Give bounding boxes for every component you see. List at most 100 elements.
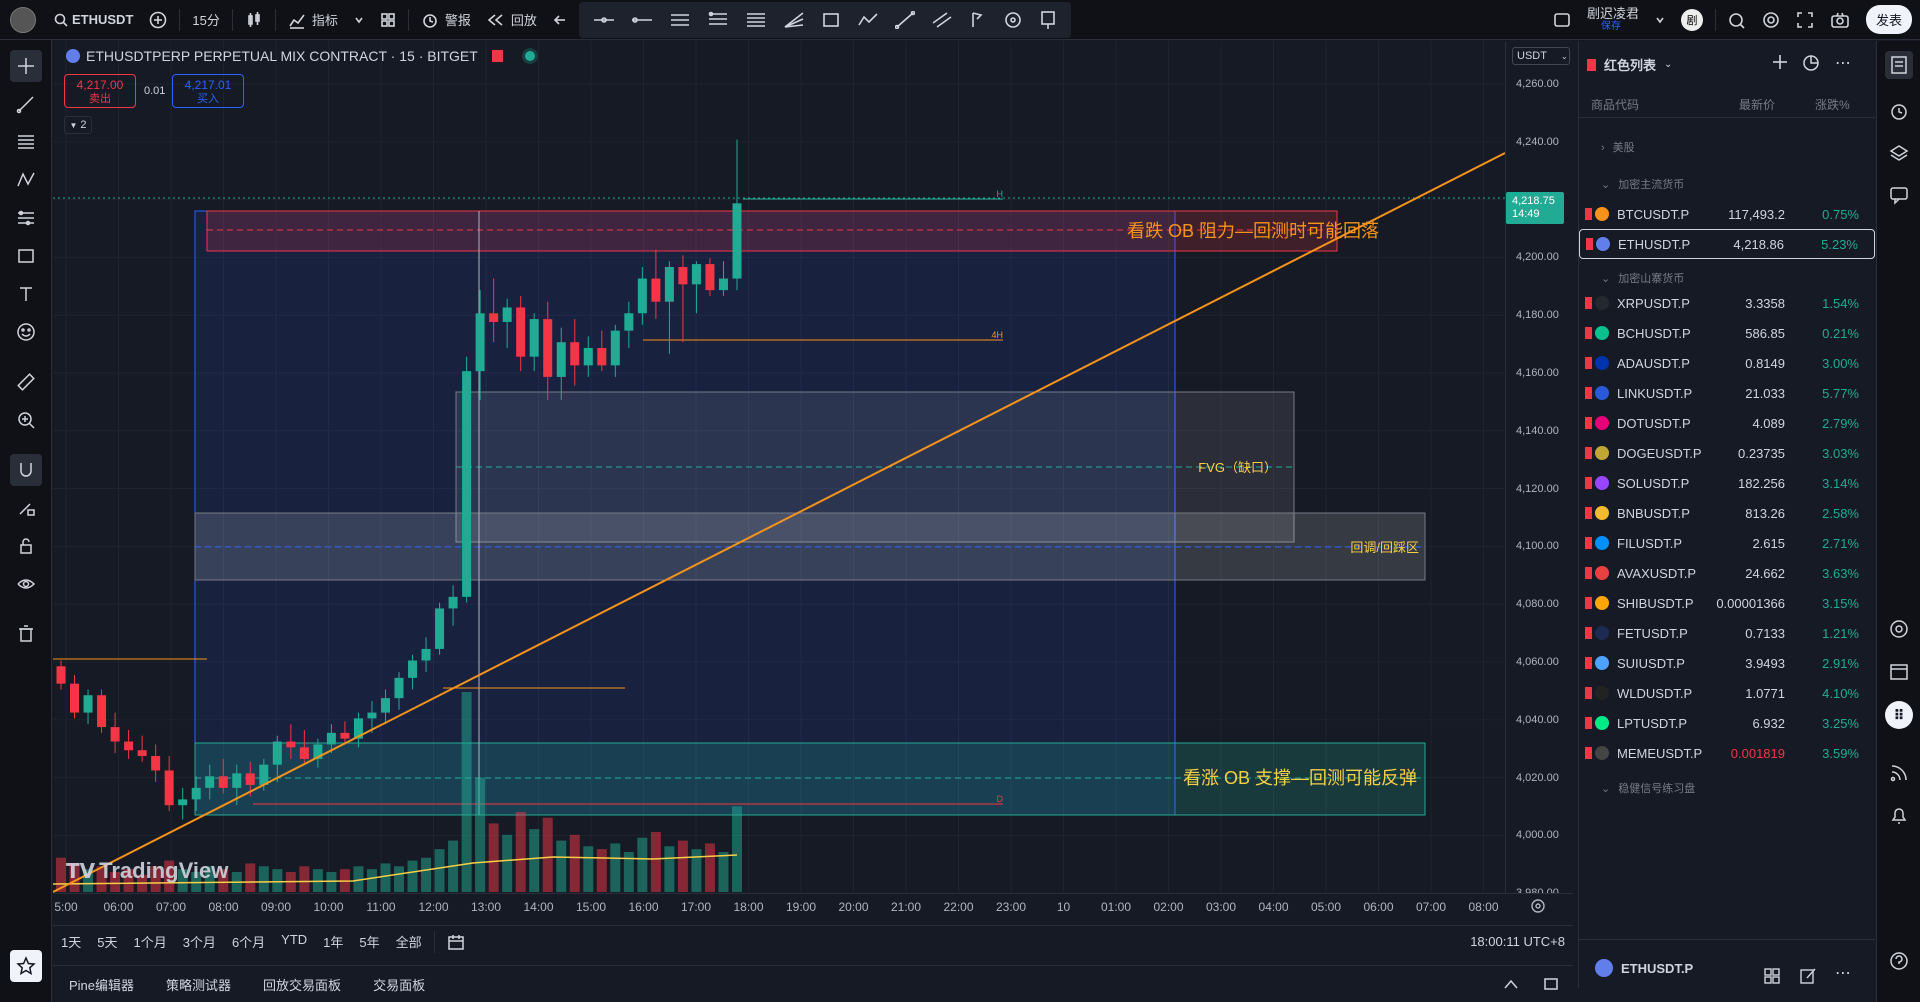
fullscreen-button[interactable] — [1788, 0, 1822, 40]
more-options-icon[interactable]: ⋯ — [1835, 963, 1851, 983]
buy-button[interactable]: 4,217.01 买入 — [172, 74, 244, 108]
range-button[interactable]: 1个月 — [125, 932, 174, 951]
grid-icon[interactable] — [1763, 967, 1781, 988]
cycle-icon[interactable] — [1003, 11, 1023, 29]
advanced-view-icon[interactable] — [1801, 53, 1821, 76]
settings-button[interactable] — [1754, 0, 1788, 40]
watchlist-row[interactable]: DOTUSDT.P 4.089 2.79% — [1579, 408, 1875, 438]
shapes-tool[interactable] — [10, 240, 42, 272]
sell-button[interactable]: 4,217.00 卖出 — [64, 74, 136, 108]
avatar[interactable] — [0, 0, 46, 40]
watchlist-row[interactable]: XRPUSDT.P 3.3358 1.54% — [1579, 288, 1875, 318]
chart-type-button[interactable] — [237, 0, 271, 40]
watchlist-group-group4[interactable]: ⌄ 稳健信号练习盘 — [1601, 780, 1695, 796]
range-button[interactable]: 3个月 — [175, 932, 224, 951]
snapshot-button[interactable] — [1822, 0, 1858, 40]
pitchfork-icon[interactable] — [969, 11, 987, 29]
watchlist-row[interactable]: ETHUSDT.P 4,218.86 5.23% — [1579, 229, 1875, 259]
pattern-tool[interactable] — [10, 164, 42, 196]
watchlist-row[interactable]: BCHUSDT.P 586.85 0.21% — [1579, 318, 1875, 348]
user-badge[interactable]: 剧 — [1673, 0, 1711, 40]
watchlist-row[interactable]: AVAXUSDT.P 24.662 3.63% — [1579, 558, 1875, 588]
watchlist-row[interactable]: MEMEUSDT.P 0.001819 3.59% — [1579, 738, 1875, 768]
watchlist-row[interactable]: BNBUSDT.P 813.26 2.58% — [1579, 498, 1875, 528]
range-button[interactable]: 5年 — [351, 932, 387, 951]
stay-drawing-tool[interactable] — [10, 492, 42, 524]
layouts-button[interactable] — [372, 0, 404, 40]
trend-line-tool[interactable] — [10, 88, 42, 120]
watchlist-header[interactable]: 红色列表 ⌄ — [1587, 55, 1672, 74]
more-options-icon[interactable]: ⋯ — [1835, 53, 1851, 73]
maximize-panel-icon[interactable] — [1529, 976, 1573, 992]
col-price[interactable]: 最新价 — [1739, 96, 1775, 113]
prediction-tool[interactable] — [10, 202, 42, 234]
apps-toggle[interactable]: ⠿ — [1885, 701, 1913, 729]
axis-settings-icon[interactable] — [1530, 898, 1546, 917]
add-symbol-button[interactable] — [141, 0, 175, 40]
edit-icon[interactable] — [1799, 967, 1817, 988]
flag-icon[interactable] — [491, 50, 503, 62]
range-button[interactable]: 5天 — [89, 932, 125, 951]
undo-button[interactable] — [545, 0, 575, 40]
watchlist-row[interactable]: DOGEUSDT.P 0.23735 3.03% — [1579, 438, 1875, 468]
watchlist-row[interactable]: SUIUSDT.P 3.9493 2.91% — [1579, 648, 1875, 678]
watchlist-group-group2[interactable]: ⌄ 加密主流货币 — [1601, 176, 1684, 192]
ideas-stream-toggle[interactable] — [1885, 759, 1913, 787]
layout-dropdown[interactable] — [1647, 0, 1673, 40]
chats-toggle[interactable] — [1885, 181, 1913, 209]
horizontal-line-icon[interactable] — [631, 12, 653, 28]
watchlist-row[interactable]: SHIBUSDT.P 0.00001366 3.15% — [1579, 588, 1875, 618]
indicators-dropdown[interactable] — [346, 0, 372, 40]
horizontal-ray-icon[interactable] — [593, 12, 615, 28]
details-symbol[interactable]: ETHUSDT.P — [1595, 959, 1693, 977]
watchlist-row[interactable]: FILUSDT.P 2.615 2.71% — [1579, 528, 1875, 558]
help-toggle[interactable] — [1885, 947, 1913, 975]
trading-toggle[interactable] — [1885, 615, 1913, 643]
crosshair-tool[interactable] — [10, 50, 42, 82]
watchlist-row[interactable]: BTCUSDT.P 117,493.2 0.75% — [1579, 199, 1875, 229]
fullscreen-toggle[interactable] — [1545, 0, 1579, 40]
time-axis[interactable]: 5:00 06:00 07:00 08:00 09:00 10:00 11:00 12:00 1… — [53, 893, 1573, 917]
favorites-tool[interactable] — [10, 950, 42, 982]
range-button[interactable]: 1天 — [53, 932, 89, 951]
hide-drawings-tool[interactable] — [10, 568, 42, 600]
publish-button[interactable]: 发表 — [1858, 0, 1920, 40]
magnet-tool[interactable] — [10, 454, 42, 486]
alert-button[interactable]: 警报 — [413, 0, 479, 40]
col-symbol[interactable]: 商品代码 — [1591, 98, 1639, 112]
calendar-toggle[interactable] — [1885, 657, 1913, 685]
price-axis[interactable]: USDT ⌄ 4,260.004,240.004,220.004,200.004… — [1505, 41, 1573, 917]
watchlist-toggle[interactable] — [1885, 51, 1913, 79]
watchlist-group-group3[interactable]: ⌄ 加密山寨货币 — [1601, 270, 1684, 286]
fib-extension-icon[interactable] — [745, 11, 767, 29]
calendar-goto-icon[interactable] — [439, 933, 473, 951]
range-button[interactable]: 6个月 — [224, 932, 273, 951]
replay-button[interactable]: 回放 — [479, 0, 545, 40]
watchlist-row[interactable]: WLDUSDT.P 1.0771 4.10% — [1579, 678, 1875, 708]
col-change[interactable]: 涨跌% — [1815, 96, 1850, 113]
watchlist-row[interactable]: LINKUSDT.P 21.033 5.77% — [1579, 378, 1875, 408]
text-tool[interactable] — [10, 278, 42, 310]
chevron-up-icon[interactable] — [1493, 978, 1529, 990]
fib-retracement-icon[interactable] — [707, 11, 729, 29]
trend-line-icon[interactable] — [894, 10, 915, 29]
zoom-tool[interactable] — [10, 404, 42, 436]
range-button[interactable]: 1年 — [315, 932, 351, 951]
tab-strategy-tester[interactable]: 策略测试器 — [150, 975, 247, 994]
utc-clock[interactable]: 18:00:11 UTC+8 — [1462, 934, 1573, 949]
watchlist-row[interactable]: SOLUSDT.P 182.256 3.14% — [1579, 468, 1875, 498]
measure-tool[interactable] — [10, 366, 42, 398]
tab-trading-panel[interactable]: 交易面板 — [357, 975, 441, 994]
watchlist-group-group1[interactable]: › 美股 — [1601, 139, 1635, 155]
parallel-channel-icon[interactable] — [669, 11, 691, 29]
remove-drawings-tool[interactable] — [10, 618, 42, 650]
fib-tool[interactable] — [10, 126, 42, 158]
rectangle-icon[interactable] — [821, 11, 841, 29]
notifications-toggle[interactable] — [1885, 801, 1913, 829]
price-label-icon[interactable] — [1039, 10, 1057, 30]
indicators-button[interactable]: 指标 — [280, 0, 346, 40]
icons-tool[interactable] — [10, 316, 42, 348]
object-tree-toggle[interactable] — [1885, 139, 1913, 167]
interval-button[interactable]: 15分 — [184, 0, 227, 40]
parallel-lines-icon[interactable] — [931, 11, 953, 29]
